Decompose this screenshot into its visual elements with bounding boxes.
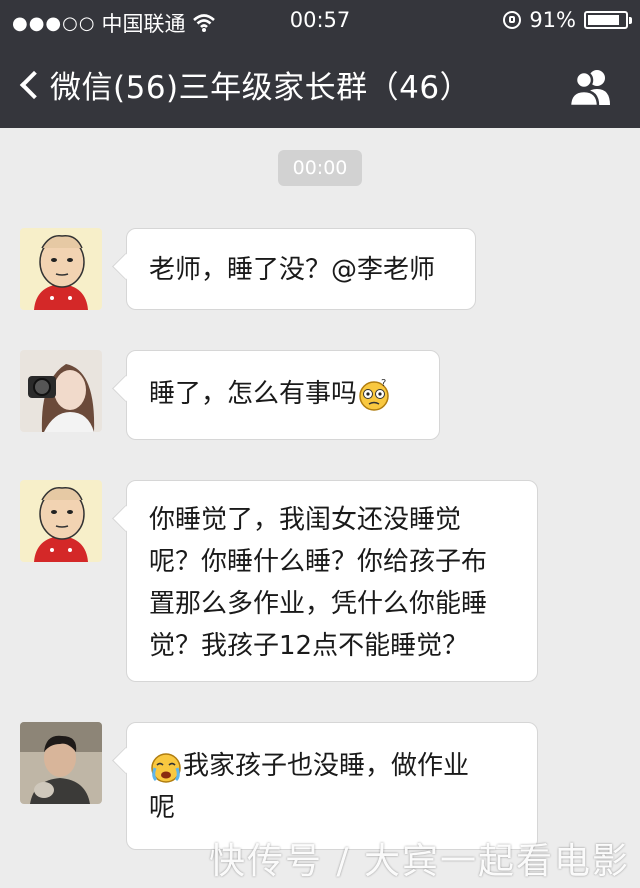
back-label: 微信(56) bbox=[50, 70, 179, 106]
message-text-line: 觉？我孩子12点不能睡觉？ bbox=[149, 631, 469, 661]
crying-face-emoji bbox=[151, 752, 181, 783]
chevron-left-icon bbox=[19, 70, 49, 99]
avatar[interactable] bbox=[20, 350, 102, 432]
watermark: 快传号 / 大宾一起看电影 bbox=[208, 841, 630, 882]
avatar[interactable] bbox=[20, 480, 102, 562]
battery-percent: 91% bbox=[529, 8, 576, 32]
message-text-line: 你睡觉了，我闺女还没睡觉 bbox=[149, 505, 462, 535]
status-right: 91% bbox=[503, 8, 632, 32]
status-bar: ●●●○○ 中国联通 00:57 91% bbox=[0, 0, 640, 42]
rotation-lock-icon bbox=[503, 11, 522, 29]
cartoon-boy-avatar bbox=[20, 480, 102, 562]
confused-face-emoji: ? bbox=[359, 378, 389, 411]
message-bubble[interactable]: 我家孩子也没睡，做作业 呢 bbox=[126, 722, 538, 850]
message-text-line: 呢 bbox=[149, 793, 176, 823]
message-text-line: 置那么多作业，凭什么你能睡 bbox=[149, 589, 488, 619]
message-bubble[interactable]: 老师，睡了没？@李老师 bbox=[126, 228, 476, 310]
message-bubble[interactable]: 睡了，怎么有事吗 ? bbox=[126, 350, 440, 440]
girl-camera-avatar bbox=[20, 350, 102, 432]
battery-fill bbox=[588, 15, 619, 25]
nav-bar: 微信(56) 三年级家长群（46） bbox=[0, 42, 640, 128]
message-text-line: 呢？你睡什么睡？你给孩子布 bbox=[149, 547, 488, 577]
message-text: 睡了，怎么有事吗 bbox=[149, 379, 358, 409]
avatar[interactable] bbox=[20, 722, 102, 804]
chat-title: 三年级家长群（46） bbox=[178, 70, 472, 106]
group-members-icon[interactable] bbox=[566, 67, 616, 107]
battery-icon bbox=[584, 11, 632, 29]
message-text-line: 我家孩子也没睡，做作业 bbox=[183, 751, 470, 781]
chat-timestamp: 00:00 bbox=[278, 150, 362, 186]
back-button[interactable]: 微信(56) 三年级家长群（46） bbox=[18, 62, 471, 107]
cartoon-boy-avatar bbox=[20, 228, 102, 310]
man-photo-avatar bbox=[20, 722, 102, 804]
avatar[interactable] bbox=[20, 228, 102, 310]
svg-text:?: ? bbox=[381, 378, 386, 389]
message-text: 老师，睡了没？@李老师 bbox=[149, 255, 436, 285]
message-bubble[interactable]: 你睡觉了，我闺女还没睡觉 呢？你睡什么睡？你给孩子布 置那么多作业，凭什么你能睡… bbox=[126, 480, 538, 682]
